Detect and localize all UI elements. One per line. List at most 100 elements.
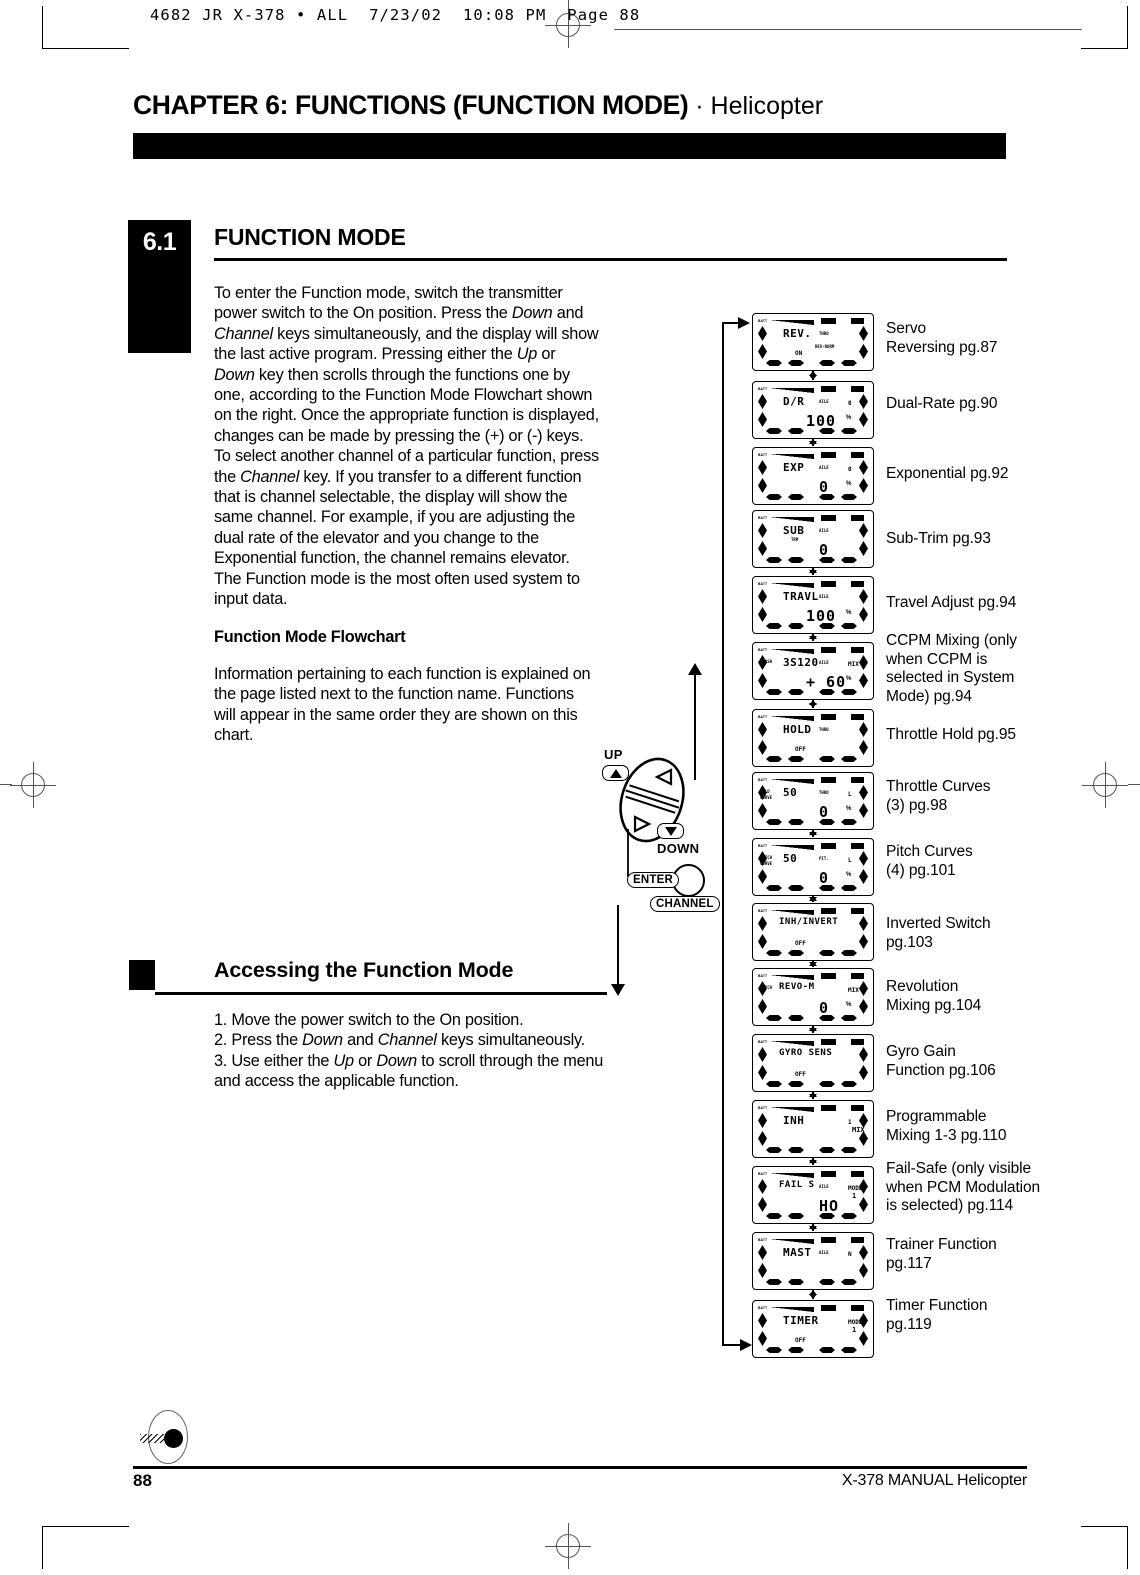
section-rule [214,258,1007,261]
lcd-function-name: REVO-M [779,982,815,992]
lcd-corner-label: MODEL [848,1319,867,1326]
stick-indicator-left [758,523,767,556]
lcd-tag-right [851,1237,864,1243]
accessing-steps: 1. Move the power switch to the On posit… [214,1010,609,1092]
battery-label: BATT [758,1106,768,1110]
flowchart-label-line: Gyro Gain [886,1043,956,1060]
battery-bar-icon [770,778,814,784]
step3-em-up: Up [333,1051,355,1070]
enter-key-label[interactable]: ENTER [627,872,679,888]
lcd-channel-label: PIT. [819,856,829,861]
lcd-tag-left [821,714,836,720]
lcd-tag-left [821,647,836,653]
lcd-function-name: TRAVL [783,590,819,603]
lcd-corner-label: L [848,791,852,798]
rocker-up-connector [694,672,696,780]
lcd-screen: BATT MAST AILE N [752,1232,874,1290]
channel-key-label[interactable]: CHANNEL [650,896,720,912]
lcd-function-name: INH/INVERT [779,917,839,927]
lcd-channel-label: AILE [819,660,829,665]
battery-label: BATT [758,1306,768,1310]
flowchart-item-label: Programmable Mixing 1-3 pg.110 [886,1108,1046,1145]
stick-indicator-right [859,326,868,359]
lcd-screen: BATT REV. THRO REV-NORM ON [752,313,874,371]
lcd-state-label: OFF [795,746,806,753]
battery-bar-icon [770,1106,814,1112]
lcd-function-name: REV. [783,327,812,340]
lcd-screen: BATT 50 PIT. PITCH CURVE L 0% [752,838,874,896]
step2-em-channel: Channel [377,1031,437,1050]
registration-line-right [1128,784,1140,785]
lcd-tag-left [821,581,836,587]
flowchart-item-label: Dual-Rate pg.90 [886,395,1046,414]
lcd-state-label: ON [795,350,803,357]
flowchart-label-line: Mixing pg.104 [886,996,982,1014]
lcd-channel-label: AILE [819,528,829,533]
stick-indicator-left [758,1047,767,1080]
lcd-tag-right [851,581,864,587]
lcd-screen: BATT TIMER OFF MODEL 1 [752,1300,874,1358]
down-key-label: DOWN [657,841,700,856]
title-black-bar [133,133,1006,159]
lcd-tag-left [821,1305,836,1311]
stick-indicator-right [859,851,868,884]
flowchart-item-label: Exponential pg.92 [886,465,1046,484]
accessing-rule [155,992,607,995]
lcd-value: 0 [819,869,830,887]
intro-text-d: or [537,345,556,364]
lcd-corner-label: MIX [848,987,859,994]
lcd-left-label: SWASH [760,659,773,664]
lcd-tag-left [821,318,836,324]
lcd-tag-left [821,386,836,392]
flowchart-label-line: Trainer Function [886,1236,997,1253]
lcd-channel-label: AILE [819,594,829,599]
lcd-screen: BATT REVO-M PITCH MIX 0% [752,968,874,1026]
lcd-unit: % [846,676,852,682]
battery-bar-icon [770,319,814,325]
lcd-unit: % [846,481,852,487]
section-number: 6.1 [142,228,177,256]
footer-rule [133,1466,1027,1469]
chapter-title-bold: CHAPTER 6: FUNCTIONS (FUNCTION MODE) [133,90,689,120]
lcd-channel-label: AILE [819,1250,829,1255]
lcd-corner-label-2: MIX [852,1126,865,1134]
flow-loop-outer-line [722,346,724,1342]
flowchart-item-label: Travel Adjust pg.94 [886,594,1046,613]
accessing-section-tab [129,960,155,990]
intro-em-channel2: Channel [240,467,300,486]
stick-indicator-right [859,1047,868,1080]
flowchart-item-label: Revolution Mixing pg.104 [886,978,1046,1015]
step2-c: keys simultaneously. [436,1031,585,1050]
battery-bar-icon [770,1238,814,1244]
lcd-tag-right [851,1171,864,1177]
flowchart-item-label: Throttle Hold pg.95 [886,726,1046,745]
flowchart-item-label: Fail-Safe (only visible when PCM Modulati… [886,1160,1046,1216]
jr-logo-icon [138,1410,196,1464]
accessing-heading: Accessing the Function Mode [214,958,514,982]
rocker-down-connector [617,905,619,990]
battery-bar-icon [770,648,814,654]
down-key-icon[interactable] [657,823,684,839]
up-key-icon[interactable] [602,765,629,781]
lcd-value: 100 [806,607,837,625]
lcd-corner-label: N [848,1251,852,1258]
up-key-label: UP [604,747,623,762]
flow-connector-arrow [809,1290,816,1299]
flow-connector-arrow [809,961,816,967]
lcd-mode-label: REV-NORM [815,344,835,349]
battery-bar-icon [770,387,814,393]
lcd-tag-right [851,843,864,849]
flow-connector-arrow [809,1092,816,1099]
trim-indicator-row [753,557,873,564]
lcd-function-name: INH [783,1114,805,1127]
lcd-channel-label: AILE [819,465,829,470]
lcd-screen: BATT 50 THRO HOLD CURVE L 0% [752,772,874,830]
flowchart-label-line: pg.103 [886,933,933,951]
lcd-value: 100 [806,412,837,430]
battery-bar-icon [770,974,814,980]
flowchart-label-line: Timer Function [886,1297,988,1314]
lcd-function-name: HOLD [783,723,812,736]
trim-indicator-row [753,819,873,826]
flowchart-label-line: Programmable [886,1108,987,1125]
battery-bar-icon [770,1172,814,1178]
